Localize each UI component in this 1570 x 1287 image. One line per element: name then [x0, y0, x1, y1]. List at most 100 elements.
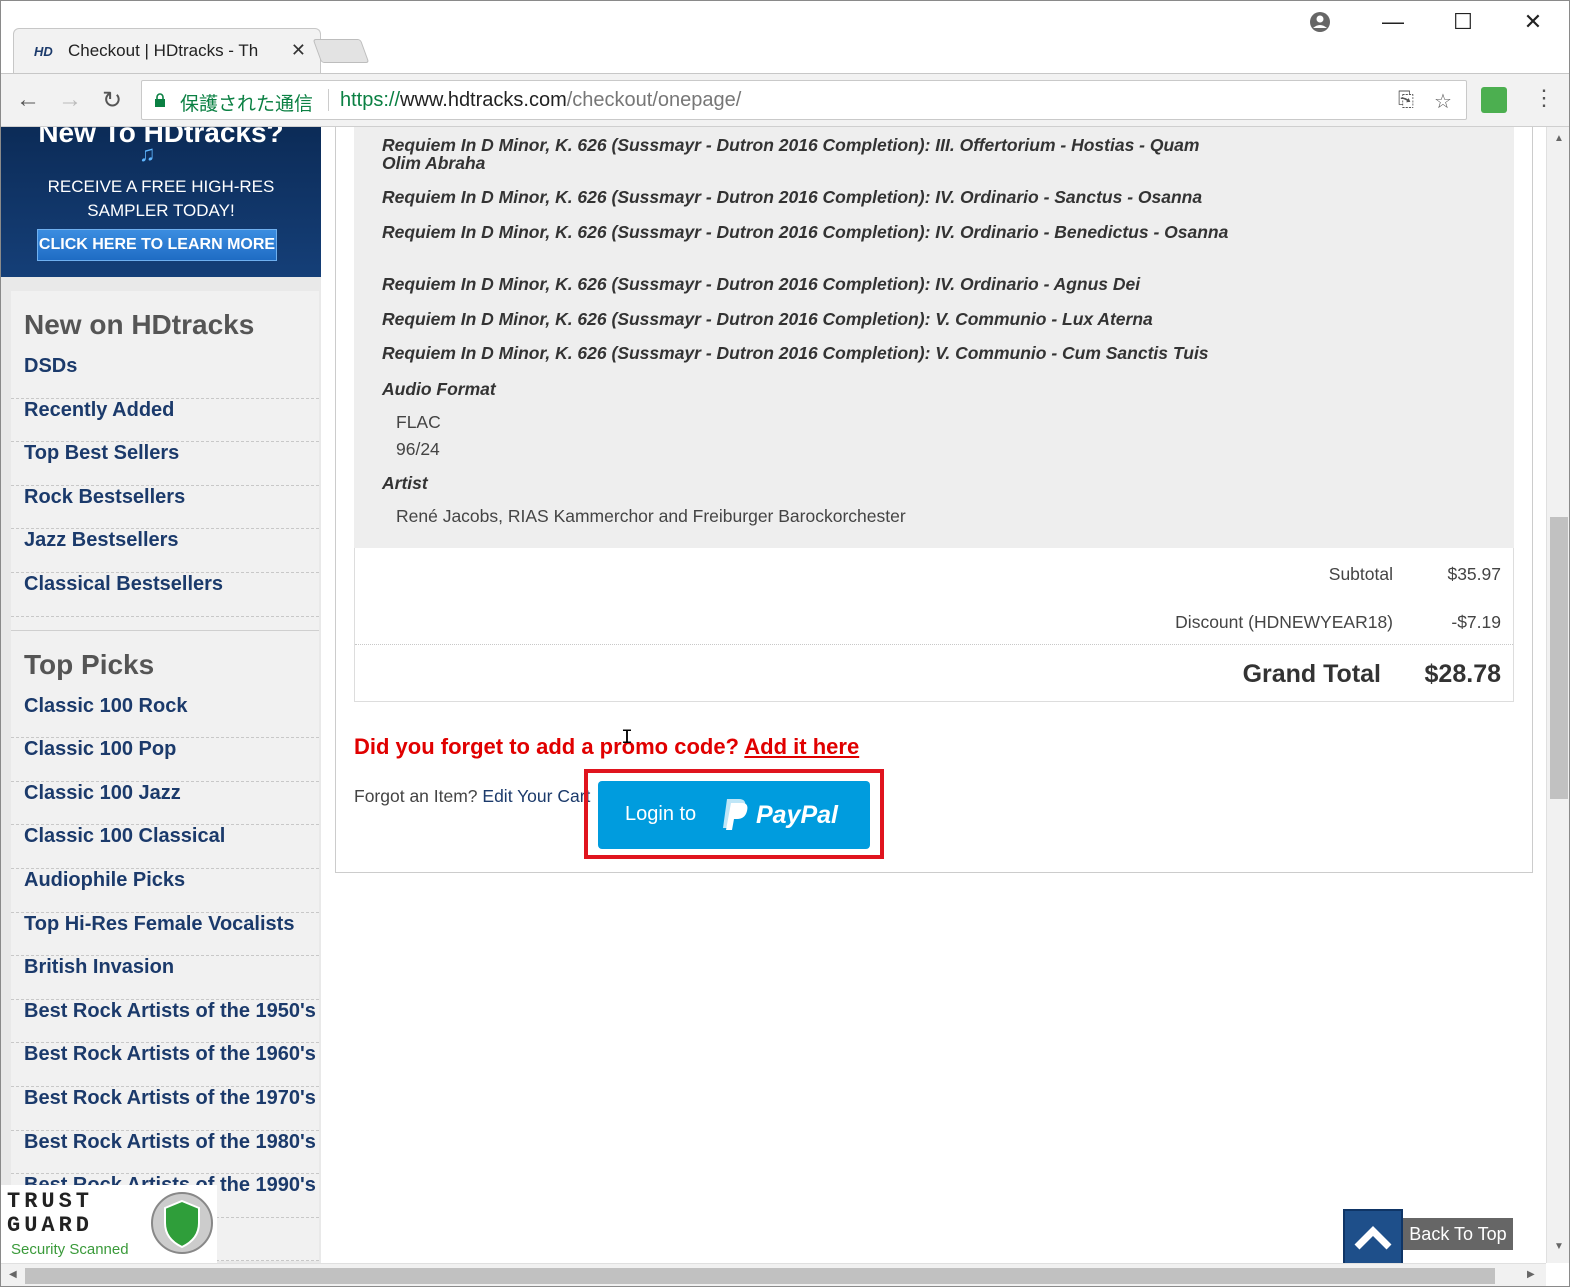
sidebar-item-dsds[interactable]: DSDs — [11, 355, 319, 399]
extension-icon[interactable] — [1481, 87, 1507, 113]
forward-arrow-icon[interactable]: → — [55, 86, 85, 114]
minimize-icon[interactable]: — — [1373, 9, 1413, 35]
audio-resolution-value: 96/24 — [396, 439, 440, 459]
browser-tab[interactable]: HD Checkout | HDtracks - Th ✕ — [13, 28, 321, 74]
new-tab-button[interactable] — [312, 39, 370, 63]
discount-label: Discount (HDNEWYEAR18) — [1175, 612, 1393, 632]
track-item: Requiem In D Minor, K. 626 (Sussmayr - D… — [382, 187, 1203, 207]
order-totals: Subtotal $35.97 Discount (HDNEWYEAR18) -… — [354, 548, 1514, 702]
music-note-icon: ♫ — [139, 141, 156, 166]
sidebar: New To HDtracks? ♫ RECEIVE A FREE HIGH-R… — [1, 127, 321, 1263]
track-item: Requiem In D Minor, K. 626 (Sussmayr - D… — [382, 343, 1209, 363]
shield-icon — [151, 1192, 213, 1254]
profile-icon[interactable] — [1307, 9, 1333, 35]
sidebar-item-female-vocalists[interactable]: Top Hi-Res Female Vocalists — [11, 913, 319, 957]
new-on-hdtracks-title: New on HDtracks — [24, 309, 255, 340]
grand-total-label: Grand Total — [1242, 660, 1381, 688]
learn-more-button[interactable]: CLICK HERE TO LEARN MORE — [37, 229, 277, 261]
audio-format-label: Audio Format — [382, 379, 496, 399]
track-item: Requiem In D Minor, K. 626 (Sussmayr - D… — [382, 274, 1141, 294]
secure-connection-label: 保護された通信 — [180, 94, 314, 115]
tab-close-icon[interactable]: ✕ — [291, 40, 306, 61]
top-picks-list: Classic 100 Rock Classic 100 Pop Classic… — [11, 695, 319, 1262]
text-cursor-icon: I — [621, 727, 634, 750]
sidebar-item-classic-100-pop[interactable]: Classic 100 Pop — [11, 738, 319, 782]
sidebar-item-rock-1970s[interactable]: Best Rock Artists of the 1970's — [11, 1087, 319, 1131]
sidebar-item-classic-100-jazz[interactable]: Classic 100 Jazz — [11, 782, 319, 826]
horizontal-scrollbar[interactable]: ◀ ▶ — [1, 1263, 1546, 1286]
free-sampler-banner[interactable]: New To HDtracks? ♫ RECEIVE A FREE HIGH-R… — [1, 127, 321, 277]
url-host: www.hdtracks.com — [400, 89, 567, 111]
trust-guard-badge[interactable]: TRUST GUARD Security Scanned — [1, 1185, 217, 1263]
discount-value: -$7.19 — [1451, 612, 1501, 632]
sidebar-item-rock-bestsellers[interactable]: Rock Bestsellers — [11, 486, 319, 530]
artist-value: René Jacobs, RIAS Kammerchor and Freibur… — [396, 506, 906, 526]
tab-strip: HD Checkout | HDtracks - Th ✕ — ☐ ✕ — [1, 1, 1569, 74]
paypal-wordmark: PayPal — [756, 801, 839, 829]
sidebar-item-rock-1960s[interactable]: Best Rock Artists of the 1960's — [11, 1043, 319, 1087]
totals-divider — [355, 644, 1513, 645]
paypal-highlight-frame: Login to PayPal — [584, 769, 884, 859]
translate-icon[interactable]: ⎘ — [1398, 89, 1414, 112]
order-review-box: Requiem In D Minor, K. 626 (Sussmayr - D… — [335, 127, 1533, 873]
back-to-top-button[interactable]: Back To Top — [1343, 1209, 1515, 1263]
promo-code-prompt: Did you forget to add a promo code? Add … — [354, 734, 859, 760]
hdtracks-favicon-icon: HD — [34, 44, 53, 59]
track-item: Requiem In D Minor, K. 626 (Sussmayr - D… — [382, 135, 1200, 173]
browser-window: HD Checkout | HDtracks - Th ✕ — ☐ ✕ ← → … — [0, 0, 1570, 1287]
omnibox-divider — [328, 89, 329, 111]
sidebar-item-jazz-bestsellers[interactable]: Jazz Bestsellers — [11, 529, 319, 573]
scroll-left-icon[interactable]: ◀ — [9, 1269, 17, 1280]
sidebar-item-classic-100-classical[interactable]: Classic 100 Classical — [11, 825, 319, 869]
add-promo-link[interactable]: Add it here — [744, 734, 859, 759]
back-to-top-label: Back To Top — [1403, 1218, 1513, 1250]
paypal-login-button[interactable]: Login to PayPal — [598, 781, 870, 849]
security-scanned-label: Security Scanned — [11, 1241, 129, 1258]
page-viewport: New To HDtracks? ♫ RECEIVE A FREE HIGH-R… — [1, 127, 1546, 1263]
close-window-icon[interactable]: ✕ — [1513, 9, 1553, 35]
scroll-down-icon[interactable]: ▼ — [1554, 1241, 1564, 1252]
scroll-up-icon[interactable]: ▲ — [1554, 133, 1564, 144]
artist-label: Artist — [382, 473, 428, 493]
sidebar-item-top-best-sellers[interactable]: Top Best Sellers — [11, 442, 319, 486]
vertical-scrollbar[interactable]: ▲ ▼ — [1546, 127, 1569, 1263]
top-picks-title: Top Picks — [24, 648, 155, 680]
paypal-logo-icon — [723, 799, 748, 830]
sidebar-item-rock-1950s[interactable]: Best Rock Artists of the 1950's — [11, 1000, 319, 1044]
url-path: /checkout/onepage/ — [566, 89, 742, 111]
paypal-login-label: Login to — [625, 803, 697, 825]
sidebar-item-recently-added[interactable]: Recently Added — [11, 399, 319, 443]
promo-heading: New To HDtracks? — [38, 127, 284, 145]
edit-cart-link[interactable]: Edit Your Cart — [482, 786, 590, 806]
sidebar-item-audiophile-picks[interactable]: Audiophile Picks — [11, 869, 319, 913]
horizontal-scroll-thumb[interactable] — [25, 1268, 1495, 1284]
address-bar[interactable]: 保護された通信 https://www.hdtracks.com/checkou… — [141, 80, 1467, 120]
tab-title: Checkout | HDtracks - Th — [68, 41, 259, 60]
reload-icon[interactable]: ↻ — [97, 86, 127, 115]
order-item-details: Requiem In D Minor, K. 626 (Sussmayr - D… — [354, 127, 1514, 548]
bookmark-star-icon[interactable]: ☆ — [1434, 89, 1452, 114]
sidebar-item-classic-100-rock[interactable]: Classic 100 Rock — [11, 695, 319, 739]
promo-question: Did you forget to add a promo code? — [354, 734, 745, 759]
lock-icon — [155, 93, 165, 107]
forgot-item-line: Forgot an Item? Edit Your Cart — [354, 786, 590, 807]
scroll-right-icon[interactable]: ▶ — [1527, 1269, 1535, 1280]
browser-toolbar: ← → ↻ 保護された通信 https://www.hdtracks.com/c… — [1, 73, 1569, 127]
browser-menu-icon[interactable]: ⋮ — [1533, 85, 1555, 111]
url-text[interactable]: https://www.hdtracks.com/checkout/onepag… — [340, 89, 741, 112]
sidebar-nav: New on HDtracks DSDs Recently Added Top … — [11, 291, 319, 1262]
sidebar-divider — [11, 617, 319, 631]
new-items-list: DSDs Recently Added Top Best Sellers Roc… — [11, 355, 319, 617]
trust-guard-line1: TRUST — [7, 1189, 94, 1214]
maximize-icon[interactable]: ☐ — [1443, 9, 1483, 35]
sidebar-item-rock-1980s[interactable]: Best Rock Artists of the 1980's — [11, 1131, 319, 1175]
back-arrow-icon[interactable]: ← — [13, 86, 43, 114]
audio-format-value: FLAC — [396, 412, 441, 432]
track-item: Requiem In D Minor, K. 626 (Sussmayr - D… — [382, 309, 1153, 329]
grand-total-value: $28.78 — [1424, 660, 1501, 688]
trust-guard-line2: GUARD — [7, 1213, 94, 1238]
promo-text: RECEIVE A FREE HIGH-RES SAMPLER TODAY! — [47, 177, 275, 220]
sidebar-item-classical-bestsellers[interactable]: Classical Bestsellers — [11, 573, 319, 617]
sidebar-item-british-invasion[interactable]: British Invasion — [11, 956, 319, 1000]
vertical-scroll-thumb[interactable] — [1550, 517, 1568, 799]
